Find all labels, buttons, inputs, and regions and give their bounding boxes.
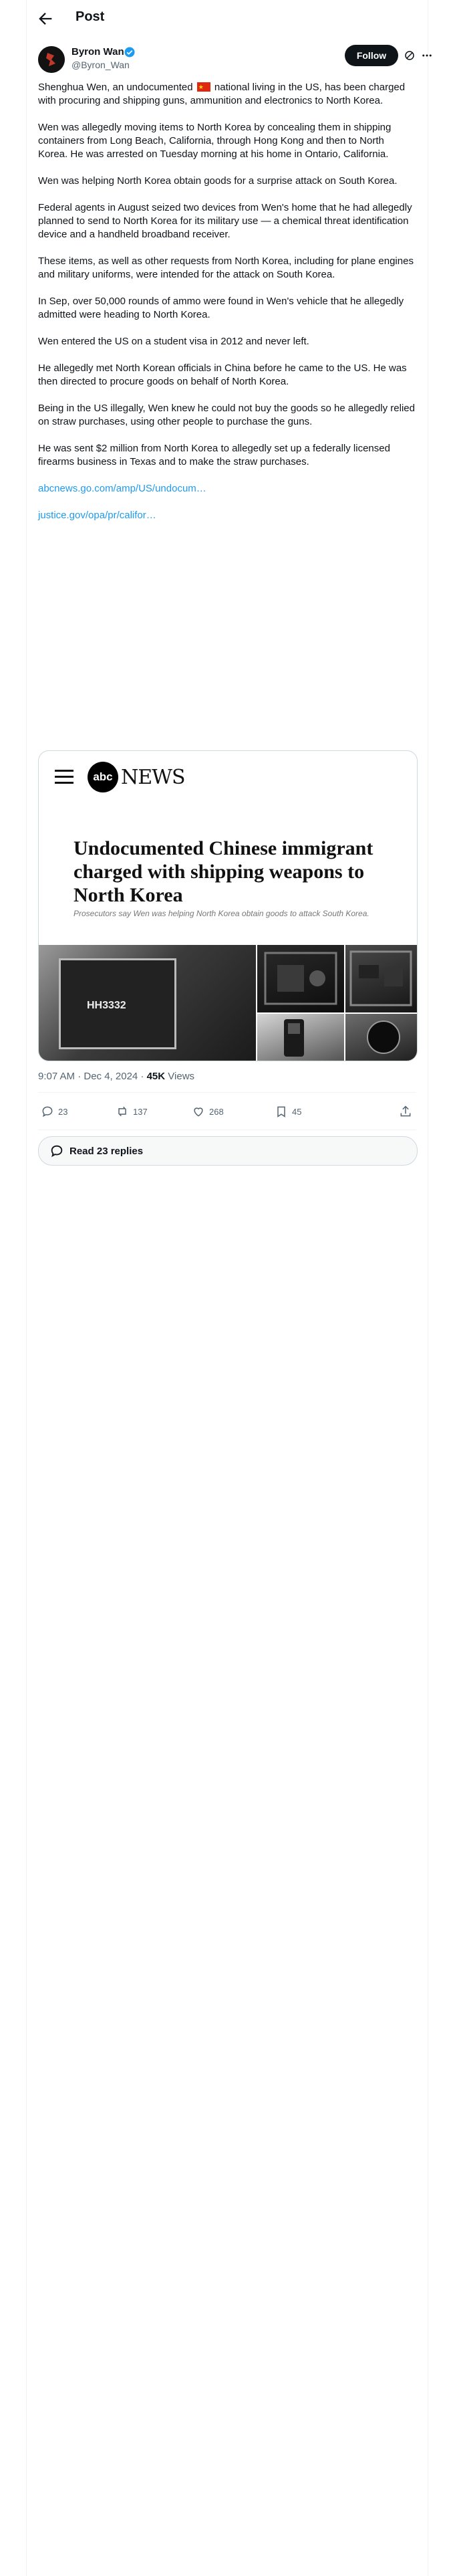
- author-handle[interactable]: @Byron_Wan: [71, 60, 130, 70]
- photo-label: HH3332: [87, 1000, 126, 1011]
- speech-bubble-icon: [51, 1145, 63, 1158]
- avatar[interactable]: [38, 46, 65, 73]
- back-arrow-icon[interactable]: [36, 9, 55, 28]
- share-button[interactable]: [399, 1105, 416, 1118]
- evidence-photo-optic: [345, 1014, 417, 1061]
- paragraph: In Sep, over 50,000 rounds of ammo were …: [38, 296, 404, 320]
- like-button[interactable]: 268: [192, 1105, 224, 1118]
- link-preview-card[interactable]: abc NEWS Undocumented Chinese immigrant …: [38, 750, 418, 1061]
- read-replies-label: Read 23 replies: [69, 1145, 144, 1157]
- menu-icon: [55, 770, 73, 784]
- reply-count: 23: [58, 1106, 68, 1117]
- abc-logo: abc: [88, 762, 118, 792]
- evidence-photo-case: HH3332: [39, 945, 256, 1061]
- share-icon: [400, 1105, 411, 1117]
- paragraph-text: Shenghua Wen, an undocumented: [38, 82, 193, 93]
- card-headline: Undocumented Chinese immigrant charged w…: [73, 837, 373, 906]
- action-bar: 23 137 268 45: [38, 1099, 416, 1126]
- like-icon: [194, 1107, 203, 1117]
- post-timestamp[interactable]: 9:07 AM · Dec 4, 2024 ·: [38, 1071, 147, 1082]
- card-site-header: abc NEWS: [39, 751, 417, 802]
- evidence-photo-case-open: [345, 945, 417, 1012]
- read-replies-button[interactable]: Read 23 replies: [38, 1136, 418, 1166]
- repost-button[interactable]: 137: [116, 1105, 148, 1118]
- china-flag-icon: [196, 80, 210, 94]
- paragraph: Shenghua Wen, an undocumented national l…: [38, 80, 416, 108]
- grok-icon[interactable]: [404, 49, 416, 62]
- follow-button[interactable]: Follow: [345, 45, 398, 66]
- bookmark-count: 45: [292, 1106, 302, 1117]
- main-column: Post Byron Wan @Byron_Wan Follow Shenghu…: [26, 0, 432, 2576]
- views-label: Views: [165, 1071, 195, 1082]
- views-count: 45K: [146, 1071, 166, 1082]
- bookmark-button[interactable]: 45: [275, 1105, 301, 1118]
- paragraph: Wen was allegedly moving items to North …: [38, 122, 392, 160]
- author-name[interactable]: Byron Wan: [71, 46, 124, 58]
- paragraph: Wen was helping North Korea obtain goods…: [38, 175, 398, 187]
- verified-badge-icon: [124, 46, 136, 58]
- evidence-photo-device: [257, 945, 344, 1012]
- repost-icon: [118, 1106, 126, 1117]
- post-meta: 9:07 AM · Dec 4, 2024 · 45K Views: [38, 1071, 194, 1082]
- evidence-photo-receiver: [257, 1014, 344, 1061]
- card-subtitle: Prosecutors say Wen was helping North Ko…: [73, 909, 369, 918]
- news-wordmark: NEWS: [121, 766, 186, 789]
- reply-button[interactable]: 23: [41, 1105, 67, 1118]
- paragraph: These items, as well as other requests f…: [38, 255, 414, 280]
- top-bar: Post: [27, 0, 428, 37]
- post-text: Shenghua Wen, an undocumented national l…: [38, 80, 416, 536]
- more-icon[interactable]: [421, 49, 433, 62]
- page-title: Post: [76, 9, 105, 24]
- paragraph: He was sent $2 million from North Korea …: [38, 443, 390, 467]
- paragraph: Wen entered the US on a student visa in …: [38, 336, 309, 347]
- like-count: 268: [209, 1106, 224, 1117]
- repost-count: 137: [133, 1106, 148, 1117]
- reply-icon: [42, 1106, 53, 1117]
- justice-link[interactable]: justice.gov/opa/pr/califor…: [38, 509, 416, 522]
- divider: [38, 1092, 416, 1093]
- abcnews-link[interactable]: abcnews.go.com/amp/US/undocum…: [38, 482, 416, 496]
- paragraph: He allegedly met North Korean officials …: [38, 362, 407, 387]
- bookmark-icon: [277, 1106, 285, 1117]
- paragraph: Federal agents in August seized two devi…: [38, 202, 412, 240]
- paragraph: Being in the US illegally, Wen knew he c…: [38, 403, 415, 427]
